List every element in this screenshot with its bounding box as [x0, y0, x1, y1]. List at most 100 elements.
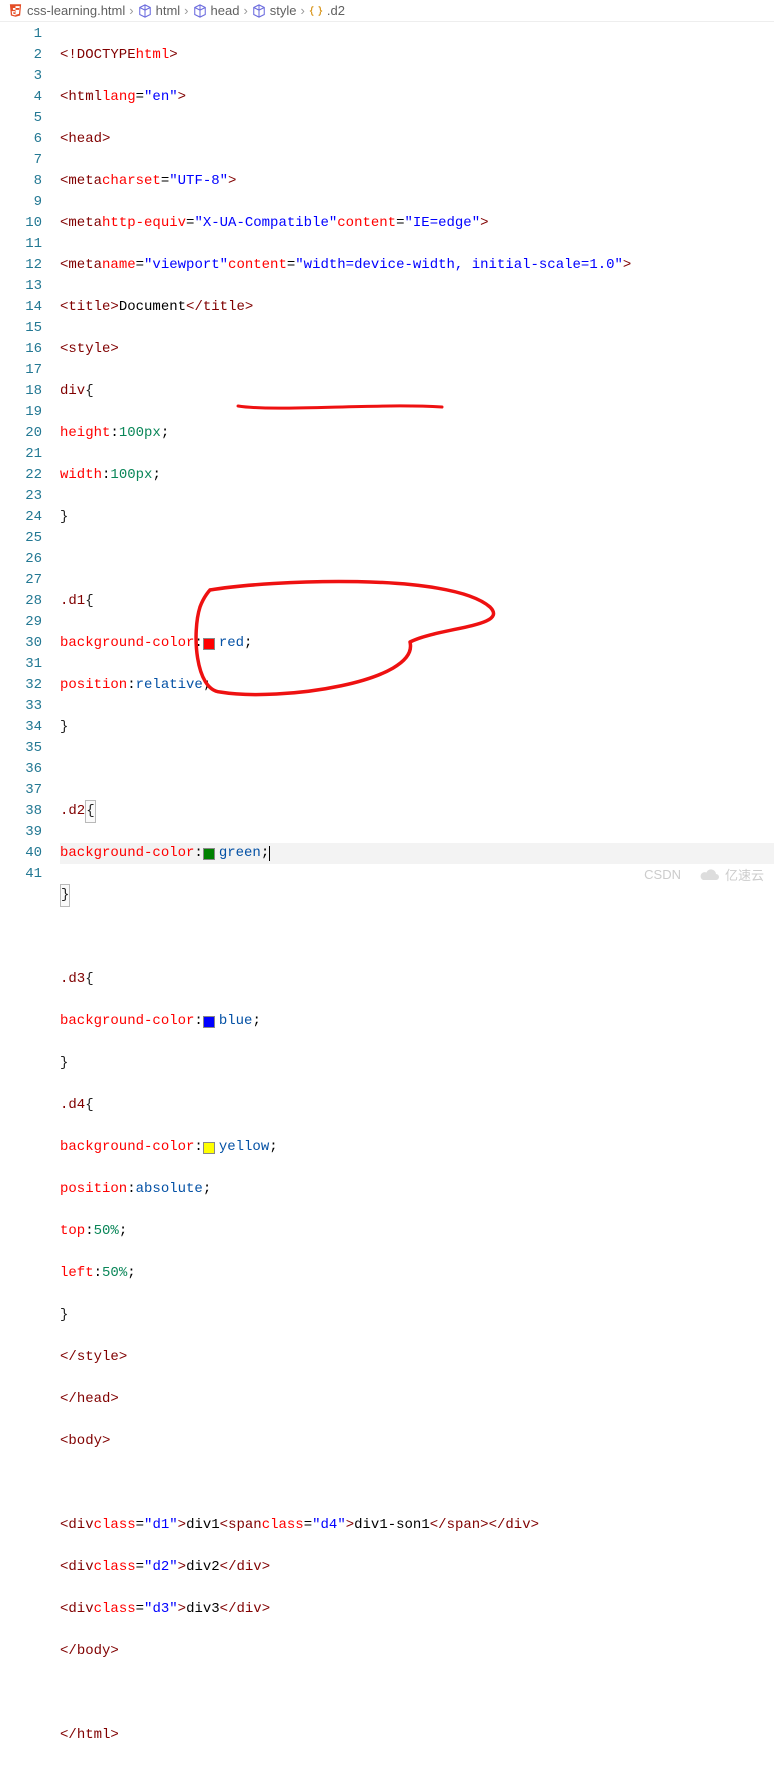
breadcrumb-label: html — [156, 3, 181, 18]
code-line[interactable]: <meta charset="UTF-8"> — [60, 171, 774, 192]
line-number: 24 — [0, 507, 42, 528]
code-line[interactable] — [60, 549, 774, 570]
line-number: 6 — [0, 129, 42, 150]
line-number: 26 — [0, 549, 42, 570]
color-swatch-blue[interactable] — [203, 1016, 215, 1028]
code-line[interactable]: } — [60, 1053, 774, 1074]
code-line[interactable]: div { — [60, 381, 774, 402]
code-line[interactable]: </style> — [60, 1347, 774, 1368]
symbol-icon — [309, 4, 323, 18]
watermark-cloud: 亿速云 — [699, 865, 764, 884]
breadcrumb: css-learning.html › html › head › style … — [0, 0, 774, 22]
code-line[interactable]: background-color: red; — [60, 633, 774, 654]
code-line[interactable]: <html lang="en"> — [60, 87, 774, 108]
code-line[interactable]: background-color: blue; — [60, 1011, 774, 1032]
line-number: 28 — [0, 591, 42, 612]
line-number: 39 — [0, 822, 42, 843]
code-line[interactable]: </head> — [60, 1389, 774, 1410]
watermark: CSDN 亿速云 — [644, 865, 764, 884]
code-line[interactable]: top:50%; — [60, 1221, 774, 1242]
code-line[interactable]: position:relative; — [60, 675, 774, 696]
code-line[interactable]: position:absolute; — [60, 1179, 774, 1200]
color-swatch-red[interactable] — [203, 638, 215, 650]
cloud-icon — [699, 867, 721, 883]
breadcrumb-label: style — [270, 3, 297, 18]
watermark-csdn: CSDN — [644, 867, 681, 882]
line-number: 33 — [0, 696, 42, 717]
line-number: 27 — [0, 570, 42, 591]
cube-icon — [252, 4, 266, 18]
code-line[interactable]: } — [60, 1305, 774, 1326]
gutter: 1 2 3 4 5 6 7 8 9 10 11 12 13 14 15 16 1… — [0, 22, 60, 1780]
code-line[interactable]: <meta name="viewport" content="width=dev… — [60, 255, 774, 276]
code-line[interactable]: <style> — [60, 339, 774, 360]
line-number: 15 — [0, 318, 42, 339]
line-number: 35 — [0, 738, 42, 759]
code-line[interactable]: background-color:yellow; — [60, 1137, 774, 1158]
line-number: 12 — [0, 255, 42, 276]
html5-icon — [8, 3, 23, 18]
code-line[interactable]: .d1 { — [60, 591, 774, 612]
chevron-right-icon: › — [129, 3, 133, 18]
code-line[interactable]: <meta http-equiv="X-UA-Compatible" conte… — [60, 213, 774, 234]
breadcrumb-head[interactable]: head — [193, 3, 240, 18]
code-line[interactable]: .d3 { — [60, 969, 774, 990]
cube-icon — [138, 4, 152, 18]
line-number: 36 — [0, 759, 42, 780]
chevron-right-icon: › — [301, 3, 305, 18]
line-number: 32 — [0, 675, 42, 696]
line-number: 41 — [0, 864, 42, 885]
line-number: 40 — [0, 843, 42, 864]
code-line[interactable]: } — [60, 717, 774, 738]
code-line[interactable]: left:50%; — [60, 1263, 774, 1284]
code-line[interactable]: <body> — [60, 1431, 774, 1452]
code-line[interactable]: } — [60, 885, 774, 906]
color-swatch-green[interactable] — [203, 848, 215, 860]
line-number: 7 — [0, 150, 42, 171]
code-line[interactable] — [60, 1683, 774, 1704]
line-number: 31 — [0, 654, 42, 675]
line-number: 10 — [0, 213, 42, 234]
code-line[interactable] — [60, 759, 774, 780]
code-line[interactable] — [60, 927, 774, 948]
code-line[interactable]: } — [60, 507, 774, 528]
line-number: 14 — [0, 297, 42, 318]
chevron-right-icon: › — [184, 3, 188, 18]
line-number: 16 — [0, 339, 42, 360]
text-cursor — [269, 846, 270, 861]
code-line[interactable]: <title>Document</title> — [60, 297, 774, 318]
code-line[interactable] — [60, 1473, 774, 1494]
line-number: 3 — [0, 66, 42, 87]
breadcrumb-label: head — [211, 3, 240, 18]
breadcrumb-d2[interactable]: .d2 — [309, 3, 345, 18]
line-number: 37 — [0, 780, 42, 801]
breadcrumb-label: .d2 — [327, 3, 345, 18]
code-line[interactable]: <div class="d3">div3</div> — [60, 1599, 774, 1620]
line-number: 29 — [0, 612, 42, 633]
code-area[interactable]: <!DOCTYPE html> <html lang="en"> <head> … — [60, 22, 774, 1780]
line-number: 20 — [0, 423, 42, 444]
line-number: 2 — [0, 45, 42, 66]
code-line[interactable]: <head> — [60, 129, 774, 150]
code-editor[interactable]: 1 2 3 4 5 6 7 8 9 10 11 12 13 14 15 16 1… — [0, 22, 774, 1780]
breadcrumb-style[interactable]: style — [252, 3, 297, 18]
code-line[interactable]: <div class="d2">div2</div> — [60, 1557, 774, 1578]
line-number: 34 — [0, 717, 42, 738]
code-line[interactable]: .d2 { — [60, 801, 774, 822]
color-swatch-yellow[interactable] — [203, 1142, 215, 1154]
line-number: 30 — [0, 633, 42, 654]
code-line[interactable]: </body> — [60, 1641, 774, 1662]
chevron-right-icon: › — [243, 3, 247, 18]
code-line[interactable]: .d4{ — [60, 1095, 774, 1116]
line-number: 8 — [0, 171, 42, 192]
code-line[interactable]: </html> — [60, 1725, 774, 1746]
code-line[interactable]: height: 100px; — [60, 423, 774, 444]
code-line[interactable]: background-color: green; — [60, 843, 774, 864]
breadcrumb-html[interactable]: html — [138, 3, 181, 18]
line-number: 23 — [0, 486, 42, 507]
code-line[interactable]: width: 100px; — [60, 465, 774, 486]
code-line[interactable]: <div class="d1">div1<span class="d4">div… — [60, 1515, 774, 1536]
code-line[interactable]: <!DOCTYPE html> — [60, 45, 774, 66]
breadcrumb-file[interactable]: css-learning.html — [8, 3, 125, 18]
line-number: 19 — [0, 402, 42, 423]
